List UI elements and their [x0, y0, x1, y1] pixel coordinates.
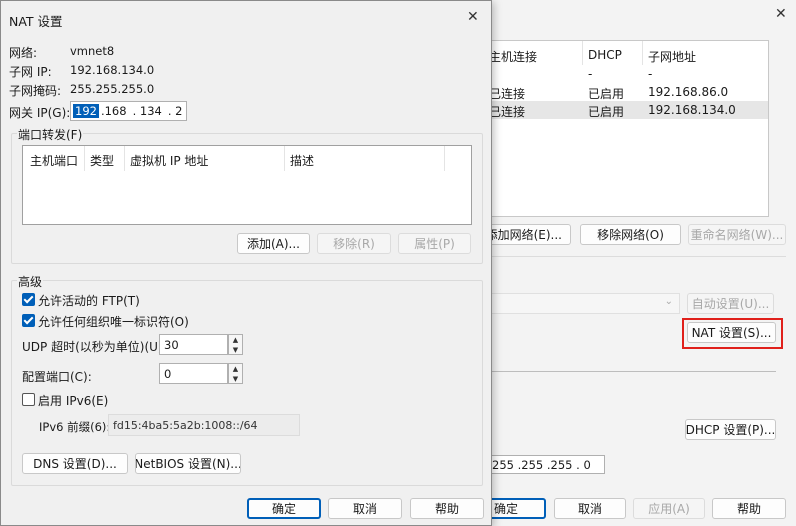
stepper-up-icon[interactable]: ▲ — [229, 364, 242, 373]
allow-oui-label[interactable]: 允许任何组织唯一标识符(O) — [38, 313, 189, 330]
network-list[interactable]: 主机连接 DHCP 子网地址 - - 已连接 已启用 192.168.86.0 … — [480, 40, 769, 217]
ipv6-prefix-field[interactable]: fd15:4ba5:5a2b:1008::/64 — [108, 414, 300, 436]
gateway-octet-3[interactable]: . 134 — [133, 104, 162, 118]
row-dhcp: 已启用 — [588, 87, 625, 101]
port-properties-button[interactable]: 属性(P) — [398, 233, 471, 254]
vmnet-info-divider — [490, 256, 786, 257]
table-row-selected[interactable]: 已连接 已启用 192.168.134.0 — [481, 101, 768, 119]
col-divider — [582, 41, 583, 65]
col-header-dhcp[interactable]: DHCP — [588, 48, 622, 62]
network-label: 网络: — [9, 46, 38, 60]
config-port-stepper[interactable]: ▲ ▼ — [228, 363, 243, 384]
nat-settings-button[interactable]: NAT 设置(S)... — [687, 322, 776, 343]
dialog-title: NAT 设置 — [9, 14, 63, 29]
subnet-ip-value: 192.168.134.0 — [70, 63, 155, 77]
enable-ipv6-checkbox[interactable] — [22, 393, 35, 406]
remove-port-button[interactable]: 移除(R) — [317, 233, 391, 254]
col-header-description[interactable]: 描述 — [290, 152, 314, 169]
dhcp-settings-button[interactable]: DHCP 设置(P)... — [685, 419, 776, 440]
col-divider — [444, 146, 445, 171]
col-divider — [642, 41, 643, 65]
close-icon[interactable]: ✕ — [467, 9, 479, 25]
port-forwarding-list[interactable]: 主机端口 类型 虚拟机 IP 地址 描述 — [22, 145, 472, 225]
dns-settings-button[interactable]: DNS 设置(D)... — [22, 453, 128, 474]
bg-close-icon[interactable]: ✕ — [775, 6, 787, 22]
row-dhcp: 已启用 — [588, 105, 625, 119]
chevron-down-icon: ⌄ — [664, 296, 673, 307]
gateway-octet-1[interactable]: 192 — [73, 104, 99, 118]
col-header-host-port[interactable]: 主机端口 — [30, 152, 78, 169]
subnet-ip-label: 子网 IP: — [9, 65, 52, 79]
subnet-mask-label: 子网掩码: — [9, 84, 62, 98]
config-port-input[interactable]: 0 — [159, 363, 228, 384]
col-header-subnet[interactable]: 子网地址 — [648, 48, 696, 65]
rename-network-button[interactable]: 重命名网络(W)... — [688, 224, 786, 245]
udp-timeout-label: UDP 超时(以秒为单位)(U): — [22, 340, 167, 354]
gateway-ip-field[interactable]: 192 .168 . 134 . 2 — [70, 101, 187, 121]
advanced-title: 高级 — [17, 273, 44, 290]
col-divider — [84, 146, 85, 171]
row-subnet: 192.168.134.0 — [648, 103, 736, 117]
divider — [490, 371, 776, 372]
row-subnet: - — [648, 67, 653, 81]
nat-settings-dialog: NAT 设置 ✕ 网络: vmnet8 子网 IP: 192.168.134.0… — [0, 0, 492, 526]
table-row[interactable]: - - — [481, 65, 768, 83]
config-port-label: 配置端口(C): — [22, 370, 92, 384]
cancel-button[interactable]: 取消 — [328, 498, 402, 519]
ok-button[interactable]: 确定 — [247, 498, 321, 519]
allow-ftp-checkbox[interactable] — [22, 293, 35, 306]
auto-settings-button[interactable]: 自动设置(U)... — [687, 293, 774, 314]
netbios-settings-button[interactable]: NetBIOS 设置(N)... — [135, 453, 241, 474]
stepper-down-icon[interactable]: ▼ — [229, 345, 242, 354]
stepper-down-icon[interactable]: ▼ — [229, 374, 242, 383]
col-header-host-connection[interactable]: 主机连接 — [489, 48, 537, 65]
udp-timeout-stepper[interactable]: ▲ ▼ — [228, 334, 243, 355]
bg-cancel-button[interactable]: 取消 — [554, 498, 626, 519]
subnet-mask-field[interactable]: 255 .255 .255 . 0 — [488, 455, 605, 474]
gateway-octet-4[interactable]: . 2 — [168, 104, 183, 118]
port-forwarding-title: 端口转发(F) — [17, 126, 84, 143]
col-divider — [124, 146, 125, 171]
col-divider — [284, 146, 285, 171]
row-subnet: 192.168.86.0 — [648, 85, 729, 99]
row-dhcp: - — [588, 67, 593, 81]
bridge-select-dropdown[interactable]: ⌄ — [490, 293, 680, 314]
udp-timeout-input[interactable]: 30 — [159, 334, 228, 355]
row-host-connection: 已连接 — [489, 105, 526, 119]
table-row[interactable]: 已连接 已启用 192.168.86.0 — [481, 83, 768, 101]
gateway-octet-2[interactable]: .168 — [101, 104, 127, 118]
stepper-up-icon[interactable]: ▲ — [229, 335, 242, 344]
enable-ipv6-label[interactable]: 启用 IPv6(E) — [38, 392, 108, 409]
gateway-ip-label: 网关 IP(G): — [9, 106, 71, 120]
row-host-connection: 已连接 — [489, 87, 526, 101]
add-port-button[interactable]: 添加(A)... — [237, 233, 310, 254]
ipv6-prefix-label: IPv6 前缀(6): — [39, 420, 111, 434]
apply-button[interactable]: 应用(A) — [633, 498, 705, 519]
col-header-type[interactable]: 类型 — [90, 152, 114, 169]
bg-help-button[interactable]: 帮助 — [712, 498, 786, 519]
remove-network-button[interactable]: 移除网络(O) — [580, 224, 681, 245]
allow-oui-checkbox[interactable] — [22, 314, 35, 327]
allow-ftp-label[interactable]: 允许活动的 FTP(T) — [38, 292, 140, 309]
help-button[interactable]: 帮助 — [410, 498, 484, 519]
subnet-mask-value: 255.255.255.0 — [70, 82, 155, 96]
col-header-vm-ip[interactable]: 虚拟机 IP 地址 — [130, 152, 208, 169]
network-value: vmnet8 — [70, 44, 115, 58]
